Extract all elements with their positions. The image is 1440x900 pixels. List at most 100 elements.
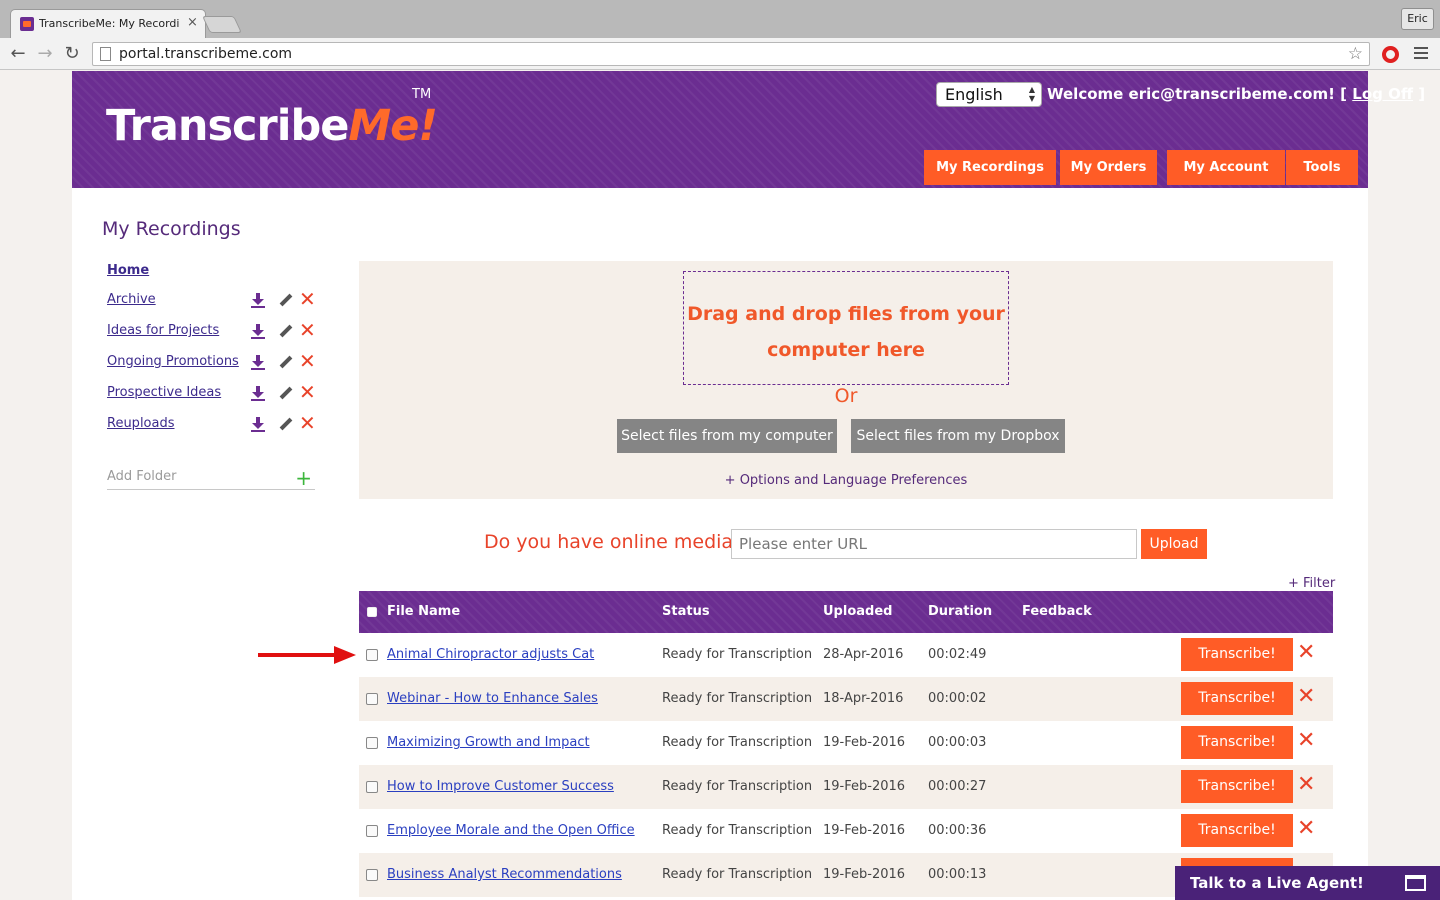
recording-name-link[interactable]: Webinar - How to Enhance Sales	[387, 691, 598, 706]
recording-uploaded-date: 19-Feb-2016	[823, 735, 906, 750]
transcribe-button[interactable]: Transcribe!	[1181, 814, 1293, 847]
row-checkbox[interactable]	[366, 825, 378, 837]
address-url[interactable]: portal.transcribeme.com	[119, 46, 292, 62]
recording-status: Ready for Transcription	[662, 647, 813, 662]
arrow-head	[334, 646, 356, 664]
recording-duration: 00:00:02	[928, 691, 987, 706]
delete-recording-x-icon[interactable]: ✕	[1297, 774, 1315, 796]
delete-recording-x-icon[interactable]: ✕	[1297, 730, 1315, 752]
download-icon[interactable]	[251, 386, 265, 401]
transcribe-button[interactable]: Transcribe!	[1181, 638, 1293, 671]
column-feedback[interactable]: Feedback	[1022, 604, 1092, 619]
delete-x-icon[interactable]: ✕	[299, 320, 316, 340]
drop-zone-text: Drag and drop files from your computer h…	[684, 296, 1008, 368]
upload-url-button[interactable]: Upload	[1141, 529, 1207, 559]
upload-panel: Drag and drop files from your computer h…	[359, 261, 1333, 499]
bookmark-star-icon[interactable]: ☆	[1348, 44, 1363, 64]
delete-x-icon[interactable]: ✕	[299, 289, 316, 309]
download-icon[interactable]	[251, 355, 265, 370]
recording-name-link[interactable]: Employee Morale and the Open Office	[387, 823, 635, 838]
transcribe-button[interactable]: Transcribe!	[1181, 682, 1293, 715]
select-files-dropbox-button[interactable]: Select files from my Dropbox	[851, 419, 1065, 453]
recording-status: Ready for Transcription	[662, 691, 813, 706]
recording-name-link[interactable]: Animal Chiropractor adjusts Cat	[387, 647, 594, 662]
recording-uploaded-date: 19-Feb-2016	[823, 779, 906, 794]
tab-title: TranscribeMe: My Recordin	[39, 17, 179, 30]
recording-name-link[interactable]: Business Analyst Recommendations	[387, 867, 622, 882]
sidebar-folder-archive[interactable]: Archive	[107, 292, 156, 307]
welcome-text: Welcome eric@transcribeme.com! [	[1047, 85, 1353, 103]
nav-tab-my-account[interactable]: My Account	[1167, 150, 1285, 185]
nav-tab-tools[interactable]: Tools	[1286, 150, 1358, 185]
nav-tab-my-orders[interactable]: My Orders	[1060, 150, 1157, 185]
recording-name-link[interactable]: How to Improve Customer Success	[387, 779, 614, 794]
browser-tabstrip: TranscribeMe: My Recordin × Eric	[0, 0, 1440, 38]
download-icon[interactable]	[251, 324, 265, 339]
table-row: Maximizing Growth and Impact Ready for T…	[359, 721, 1333, 765]
edit-pencil-icon[interactable]	[279, 293, 293, 307]
edit-pencil-icon[interactable]	[279, 417, 293, 431]
recording-uploaded-date: 19-Feb-2016	[823, 823, 906, 838]
row-checkbox[interactable]	[366, 649, 378, 661]
table-row: Animal Chiropractor adjusts Cat Ready fo…	[359, 633, 1333, 677]
reload-icon[interactable]: ↻	[60, 42, 84, 66]
transcribeme-logo[interactable]: TranscribeMe! TM	[106, 87, 438, 151]
download-icon[interactable]	[251, 293, 265, 308]
sidebar-folder-ongoing-promotions[interactable]: Ongoing Promotions	[107, 354, 239, 369]
recordings-table-header: File Name Status Uploaded Duration Feedb…	[359, 591, 1333, 633]
logo-text-me: Me!	[348, 101, 438, 151]
row-checkbox[interactable]	[366, 693, 378, 705]
add-folder-input[interactable]: Add Folder +	[107, 466, 315, 490]
browser-tab[interactable]: TranscribeMe: My Recordin ×	[10, 9, 206, 38]
options-language-preferences-link[interactable]: + Options and Language Preferences	[359, 473, 1333, 488]
delete-recording-x-icon[interactable]: ✕	[1297, 818, 1315, 840]
add-folder-plus-icon[interactable]: +	[295, 466, 312, 490]
delete-recording-x-icon[interactable]: ✕	[1297, 642, 1315, 664]
delete-x-icon[interactable]: ✕	[299, 351, 316, 371]
column-uploaded[interactable]: Uploaded	[823, 604, 892, 619]
delete-x-icon[interactable]: ✕	[299, 413, 316, 433]
edit-pencil-icon[interactable]	[279, 386, 293, 400]
new-tab-button[interactable]	[202, 16, 242, 33]
live-agent-chat-button[interactable]: Talk to a Live Agent!	[1175, 866, 1440, 900]
column-status[interactable]: Status	[662, 604, 710, 619]
opera-extension-icon[interactable]	[1382, 46, 1399, 63]
delete-x-icon[interactable]: ✕	[299, 382, 316, 402]
row-checkbox[interactable]	[366, 869, 378, 881]
tab-close-icon[interactable]: ×	[187, 15, 198, 30]
address-bar[interactable]: portal.transcribeme.com ☆	[92, 42, 1370, 66]
select-files-computer-button[interactable]: Select files from my computer	[617, 419, 837, 453]
sidebar-home-link[interactable]: Home	[107, 263, 149, 278]
edit-pencil-icon[interactable]	[279, 324, 293, 338]
sidebar-folder-ideas-for-projects[interactable]: Ideas for Projects	[107, 323, 219, 338]
transcribe-button[interactable]: Transcribe!	[1181, 726, 1293, 759]
nav-tab-my-recordings[interactable]: My Recordings	[924, 150, 1056, 185]
chat-window-icon[interactable]	[1405, 875, 1426, 891]
language-select[interactable]: English ▲ ▼	[936, 82, 1042, 107]
browser-menu-icon[interactable]	[1414, 47, 1428, 61]
delete-recording-x-icon[interactable]: ✕	[1297, 686, 1315, 708]
drop-zone-line-2: computer here	[767, 339, 925, 361]
back-arrow-icon[interactable]: ←	[6, 42, 30, 66]
column-duration[interactable]: Duration	[928, 604, 992, 619]
recording-duration: 00:00:03	[928, 735, 987, 750]
media-url-input[interactable]: Please enter URL	[731, 529, 1137, 559]
recording-name-link[interactable]: Maximizing Growth and Impact	[387, 735, 590, 750]
log-off-link[interactable]: Log Off	[1352, 85, 1413, 103]
drag-drop-zone[interactable]: Drag and drop files from your computer h…	[683, 271, 1009, 385]
transcribe-button[interactable]: Transcribe!	[1181, 770, 1293, 803]
browser-user-button[interactable]: Eric	[1401, 8, 1434, 30]
edit-pencil-icon[interactable]	[279, 355, 293, 369]
download-icon[interactable]	[251, 417, 265, 432]
row-checkbox[interactable]	[366, 781, 378, 793]
sidebar-folder-prospective-ideas[interactable]: Prospective Ideas	[107, 385, 221, 400]
select-all-checkbox[interactable]	[367, 607, 377, 617]
recording-duration: 00:02:49	[928, 647, 987, 662]
or-separator: Or	[834, 385, 858, 407]
sidebar-folder-reuploads[interactable]: Reuploads	[107, 416, 175, 431]
filter-link[interactable]: + Filter	[1288, 576, 1335, 591]
row-checkbox[interactable]	[366, 737, 378, 749]
forward-arrow-icon[interactable]: →	[33, 42, 57, 66]
column-file-name[interactable]: File Name	[387, 604, 460, 619]
site-header: TranscribeMe! TM English ▲ ▼ Welcome eric…	[72, 71, 1425, 188]
